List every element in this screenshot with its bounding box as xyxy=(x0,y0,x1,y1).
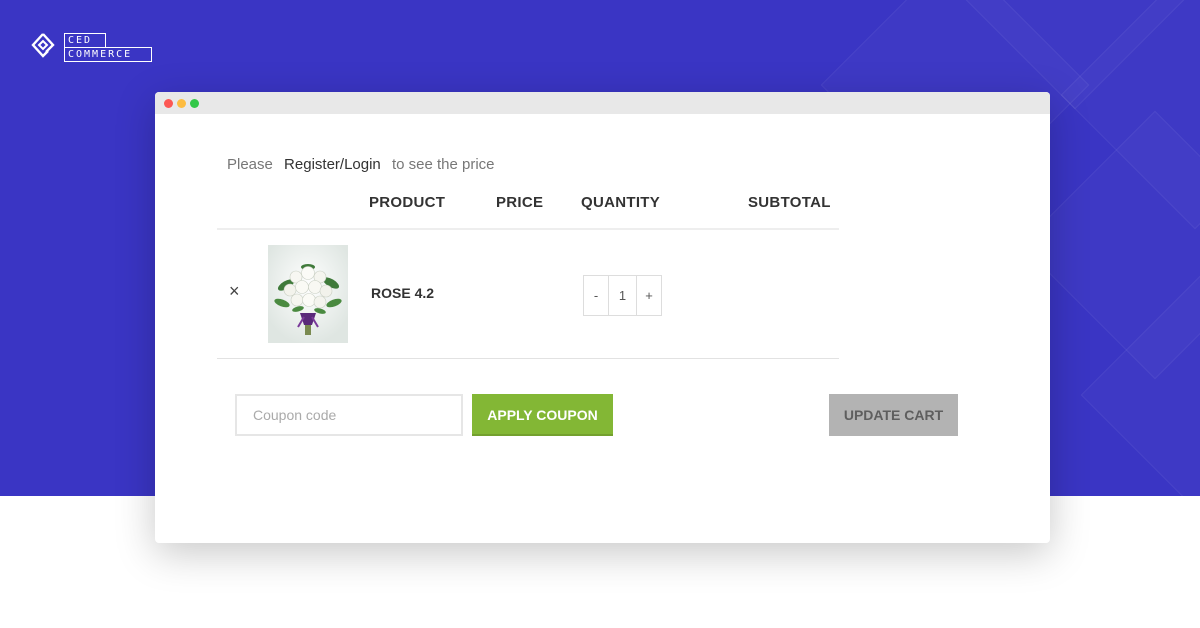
header-quantity: QUANTITY xyxy=(581,194,661,211)
quantity-stepper: - 1 + xyxy=(583,275,662,316)
apply-coupon-button[interactable]: APPLY COUPON xyxy=(472,394,613,436)
window-titlebar xyxy=(155,92,1050,114)
quantity-increase-button[interactable]: + xyxy=(637,276,661,315)
logo-wordmark: CED COMMERCE xyxy=(64,32,152,62)
cart-table-header: PRODUCT PRICE QUANTITY SUBTOTAL xyxy=(217,188,839,230)
bouquet-illustration xyxy=(268,245,348,343)
cart-item-row: × ROSE 4.2 - 1 + xyxy=(217,230,839,359)
product-name[interactable]: ROSE 4.2 xyxy=(371,285,434,301)
notice-suffix: to see the price xyxy=(391,156,495,173)
stage: CED COMMERCE Please Register/Login to se… xyxy=(0,0,1200,628)
window-close-button[interactable] xyxy=(164,98,173,108)
window-maximize-button[interactable] xyxy=(190,98,199,108)
header-subtotal: SUBTOTAL xyxy=(748,194,831,211)
cedcommerce-logo: CED COMMERCE xyxy=(30,30,152,64)
update-cart-button[interactable]: UPDATE CART xyxy=(829,394,958,436)
quantity-decrease-button[interactable]: - xyxy=(584,276,608,315)
logo-text-commerce: COMMERCE xyxy=(64,46,152,62)
header-price: PRICE xyxy=(496,194,544,211)
quantity-input[interactable]: 1 xyxy=(608,276,637,315)
coupon-code-input[interactable] xyxy=(235,394,463,436)
register-login-link[interactable]: Register/Login xyxy=(284,156,381,173)
window-minimize-button[interactable] xyxy=(177,98,186,108)
remove-item-icon[interactable]: × xyxy=(229,282,245,300)
logo-text-ced: CED xyxy=(64,32,106,47)
header-product: PRODUCT xyxy=(369,194,446,211)
cedcommerce-logo-icon xyxy=(31,33,55,58)
login-notice: Please Register/Login to see the price xyxy=(227,156,495,173)
browser-window: Please Register/Login to see the price P… xyxy=(155,92,1050,543)
notice-prefix: Please xyxy=(227,156,273,173)
rose-bouquet-image[interactable] xyxy=(268,245,348,343)
